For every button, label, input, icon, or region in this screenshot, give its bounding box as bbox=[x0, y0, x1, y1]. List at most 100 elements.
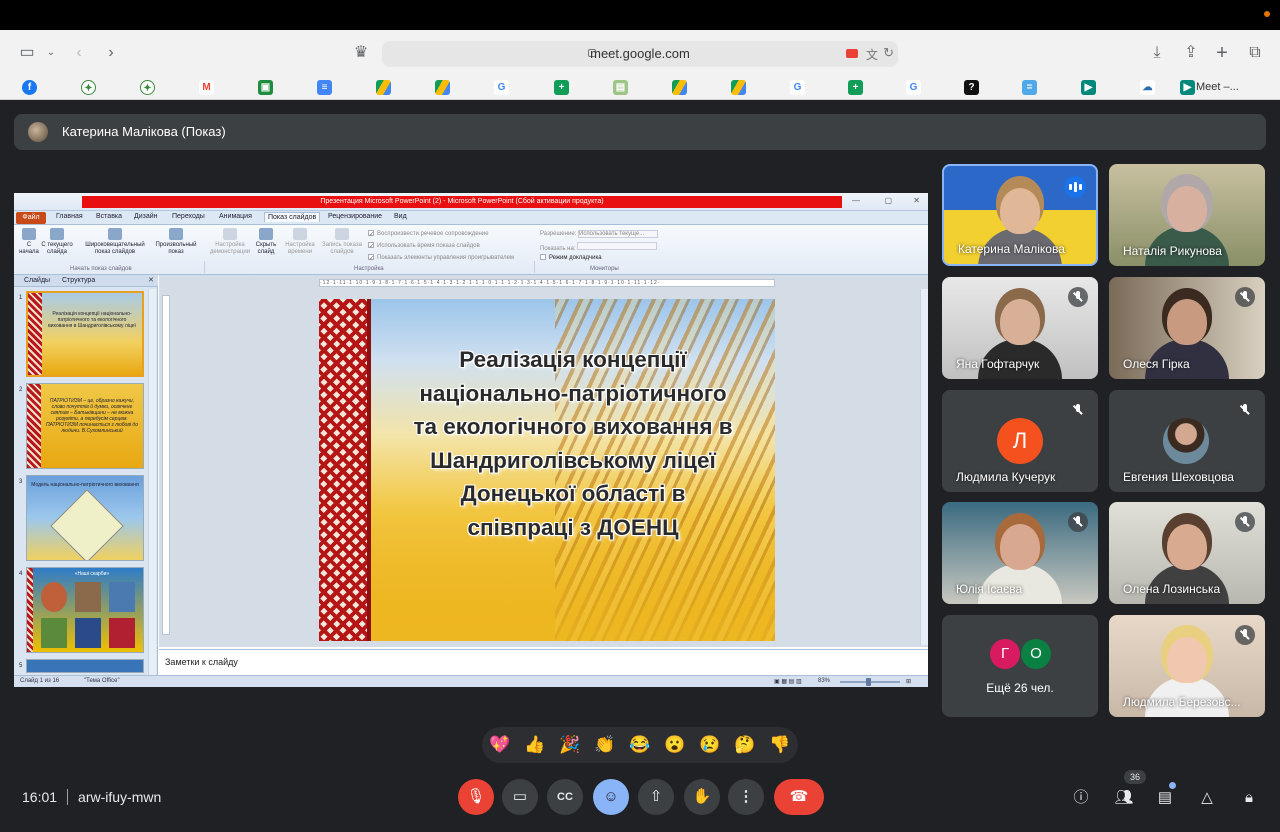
tab-slides[interactable]: Слайды bbox=[24, 277, 50, 284]
reaction-sparkling-heart[interactable]: 💖 bbox=[489, 734, 511, 756]
reaction-thinking[interactable]: 🤔 bbox=[734, 734, 756, 756]
view-buttons[interactable]: ▣ ▦ ▤ ▥ bbox=[774, 678, 802, 685]
checkbox-presenter-view[interactable]: Режим докладчика bbox=[540, 254, 602, 261]
ribbon-broadcast[interactable]: Широковещательный показ слайдов bbox=[80, 228, 150, 256]
reaction-clap[interactable]: 👏 bbox=[594, 734, 616, 756]
menu-review[interactable]: Рецензирование bbox=[328, 213, 382, 220]
slide-thumbnail[interactable]: Модель національно-патріотичного вихован… bbox=[26, 475, 144, 561]
ribbon-from-current[interactable]: С текущего слайда bbox=[40, 228, 74, 256]
ribbon-from-start[interactable]: С начала bbox=[18, 228, 40, 256]
current-slide[interactable]: Реалізація концепції національно-патріот… bbox=[319, 299, 775, 641]
facebook-icon[interactable]: f bbox=[22, 80, 37, 95]
tabs-overview-icon[interactable]: ⧉ bbox=[1244, 43, 1266, 63]
participant-tile[interactable]: Катерина Малікова bbox=[942, 164, 1098, 266]
drive-icon[interactable] bbox=[672, 80, 687, 95]
sidebar-icon[interactable]: ▭ bbox=[16, 43, 38, 63]
raise-hand-button[interactable]: ✋ bbox=[684, 779, 720, 815]
menu-transitions[interactable]: Переходы bbox=[172, 213, 205, 220]
reaction-thumbs-down[interactable]: 👎 bbox=[769, 734, 791, 756]
checkbox-timings[interactable]: ✓ Использовать время показа слайдов bbox=[368, 242, 480, 250]
participant-tile[interactable]: Яна Гофтарчук bbox=[942, 277, 1098, 379]
drive-icon[interactable] bbox=[376, 80, 391, 95]
extension-icon[interactable]: ♛ bbox=[350, 43, 372, 63]
new-tab-icon[interactable]: + bbox=[1211, 43, 1233, 63]
ribbon-setup[interactable]: Настройка демонстрации bbox=[208, 228, 252, 256]
share-icon[interactable]: ⇪ bbox=[1180, 43, 1202, 63]
participant-tile[interactable]: Наталія Рикунова bbox=[1109, 164, 1265, 266]
google-icon[interactable]: G bbox=[494, 80, 509, 95]
ribbon-hide-slide[interactable]: Скрыть слайд bbox=[254, 228, 278, 256]
checkbox-narration[interactable]: ✓ Воспроизвести речевое сопровождение bbox=[368, 230, 489, 238]
fit-icon[interactable]: ⊞ bbox=[906, 678, 911, 685]
participant-tile[interactable]: Олеся Гірка bbox=[1109, 277, 1265, 379]
sheets-icon[interactable]: + bbox=[848, 80, 863, 95]
more-options-button[interactable]: ⋮ bbox=[728, 779, 764, 815]
reaction-surprised[interactable]: 😮 bbox=[664, 734, 686, 756]
thumb-scrollbar[interactable] bbox=[148, 289, 156, 675]
menu-view[interactable]: Вид bbox=[394, 213, 407, 220]
google-icon[interactable]: G bbox=[906, 80, 921, 95]
forms-icon[interactable]: = bbox=[1022, 80, 1037, 95]
site-icon[interactable]: ☁ bbox=[1140, 80, 1155, 95]
classroom-icon[interactable]: ▣ bbox=[258, 80, 273, 95]
meet-tab-label[interactable]: Meet –... bbox=[1196, 81, 1239, 93]
drive-icon[interactable] bbox=[435, 80, 450, 95]
drive-icon[interactable] bbox=[731, 80, 746, 95]
menu-home[interactable]: Главная bbox=[56, 213, 83, 220]
close-icon[interactable]: ✕ bbox=[913, 196, 920, 205]
back-icon[interactable]: ‹ bbox=[68, 43, 90, 63]
meet-icon[interactable]: ▶ bbox=[1081, 80, 1096, 95]
reaction-party[interactable]: 🎉 bbox=[559, 734, 581, 756]
notes-pane[interactable]: Заметки к слайду bbox=[159, 649, 928, 675]
ribbon-record[interactable]: Запись показа слайдов bbox=[318, 228, 366, 256]
forward-icon[interactable]: › bbox=[100, 43, 122, 63]
more-participants-tile[interactable]: Г О Ещё 26 чел. bbox=[942, 615, 1098, 717]
translate-icon[interactable]: 文 bbox=[866, 46, 878, 63]
meeting-details-icon[interactable]: ⓘ bbox=[1070, 787, 1092, 809]
chevron-down-icon[interactable]: ⌄ bbox=[40, 43, 62, 63]
slide-thumbnail[interactable]: ПАТРІОТИЗМ – це, образно кажучи, слово п… bbox=[26, 383, 144, 469]
zoom-slider-knob[interactable] bbox=[866, 678, 871, 686]
close-pane-icon[interactable]: ✕ bbox=[148, 276, 154, 284]
minimize-icon[interactable]: — bbox=[852, 196, 860, 205]
menu-file[interactable]: Файл bbox=[16, 212, 46, 224]
meet-tab-icon[interactable]: ▶ bbox=[1180, 80, 1195, 95]
chat-icon[interactable]: ▤ bbox=[1154, 787, 1176, 809]
gmail-icon[interactable]: M bbox=[199, 80, 214, 95]
mic-off-button[interactable]: 🎙︎ bbox=[458, 779, 494, 815]
docs-icon[interactable]: ≡ bbox=[317, 80, 332, 95]
host-controls-icon[interactable]: 🔒︎ bbox=[1238, 787, 1260, 809]
participant-tile[interactable]: Л Людмила Кучерук bbox=[942, 390, 1098, 492]
menu-insert[interactable]: Вставка bbox=[96, 213, 122, 220]
participant-tile[interactable]: Людмила Березовс... bbox=[1109, 615, 1265, 717]
emblem-icon[interactable]: ✦ bbox=[81, 80, 96, 95]
sheets-icon[interactable]: + bbox=[554, 80, 569, 95]
menu-design[interactable]: Дизайн bbox=[134, 213, 158, 220]
download-icon[interactable]: ⤓ bbox=[1146, 43, 1168, 63]
address-bar[interactable]: meet.google.com 文 ↻ bbox=[382, 41, 898, 67]
checkbox-media-controls[interactable]: ✓ Показать элементы управления проигрыват… bbox=[368, 254, 514, 262]
ribbon-custom-show[interactable]: Произвольный показ bbox=[154, 228, 198, 256]
editor-scrollbar[interactable] bbox=[920, 289, 928, 645]
activities-icon[interactable]: △ bbox=[1196, 787, 1218, 809]
reaction-laugh[interactable]: 😂 bbox=[629, 734, 651, 756]
participant-tile[interactable]: Олена Лозинська bbox=[1109, 502, 1265, 604]
app-icon[interactable]: ▤ bbox=[613, 80, 628, 95]
camera-button[interactable]: ▭ bbox=[502, 779, 538, 815]
resolution-select[interactable]: Использовать текуще... bbox=[578, 230, 658, 238]
tab-outline[interactable]: Структура bbox=[62, 277, 95, 284]
google-icon[interactable]: G bbox=[790, 80, 805, 95]
menu-slideshow[interactable]: Показ слайдов bbox=[264, 212, 321, 222]
slide-thumbnail[interactable] bbox=[26, 659, 144, 673]
maximize-icon[interactable]: ▢ bbox=[884, 196, 892, 205]
ribbon-rehearse[interactable]: Настройка времени bbox=[282, 228, 318, 256]
emblem-icon[interactable]: ✦ bbox=[140, 80, 155, 95]
reactions-button[interactable]: ☺ bbox=[593, 779, 629, 815]
menu-animation[interactable]: Анимация bbox=[219, 213, 252, 220]
captions-button[interactable]: CC bbox=[547, 779, 583, 815]
zoom-level[interactable]: 83% bbox=[818, 678, 830, 684]
participant-tile[interactable]: Евгения Шеховцова bbox=[1109, 390, 1265, 492]
slide-thumbnail[interactable]: «Наші скарби» bbox=[26, 567, 144, 653]
reaction-sad[interactable]: 😢 bbox=[699, 734, 721, 756]
show-on-select[interactable] bbox=[577, 242, 658, 250]
